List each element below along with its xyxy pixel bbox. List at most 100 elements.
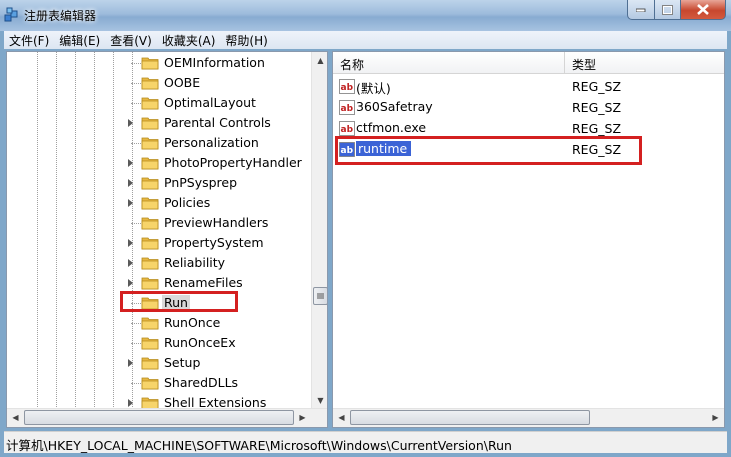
menu-help[interactable]: 帮助(H) (220, 32, 272, 49)
minimize-button[interactable] (627, 0, 655, 20)
tree-node-label: OptimalLayout (164, 95, 256, 110)
scroll-thumb[interactable] (24, 410, 294, 425)
value-row[interactable]: ab 360Safetray REG_SZ (333, 97, 724, 118)
tree-node-label: PreviewHandlers (164, 215, 269, 230)
svg-text:ab: ab (341, 104, 354, 114)
folder-icon (141, 337, 159, 350)
registry-editor-icon (4, 7, 18, 22)
expand-arrow-icon[interactable] (128, 199, 133, 207)
tree-vertical-scrollbar[interactable]: ▲ ▼ (311, 52, 327, 409)
maximize-button[interactable] (655, 0, 681, 20)
menu-favorites[interactable]: 收藏夹(A) (157, 32, 221, 49)
title-bar[interactable]: 注册表编辑器 (0, 0, 731, 31)
value-name: (默认) (356, 81, 391, 96)
tree-guide-line (37, 52, 38, 409)
tree-node-label: PhotoPropertyHandler (164, 155, 302, 170)
tree-node[interactable]: RunOnceEx (128, 333, 313, 353)
expand-arrow-icon[interactable] (128, 239, 133, 247)
scroll-left-arrow-icon[interactable]: ◀ (333, 409, 350, 426)
column-header-name[interactable]: 名称 (333, 52, 565, 74)
status-bar: 计算机\HKEY_LOCAL_MACHINE\SOFTWARE\Microsof… (4, 431, 727, 453)
value-type: REG_SZ (572, 79, 622, 94)
tree-horizontal-scrollbar[interactable]: ◀ ▶ (7, 408, 327, 427)
tree-node[interactable]: Personalization (128, 133, 313, 153)
values-horizontal-scrollbar[interactable]: ◀ ▶ (333, 408, 724, 427)
menu-view[interactable]: 查看(V) (105, 32, 157, 49)
string-value-icon: ab (339, 121, 355, 136)
tree-connector (131, 63, 141, 64)
tree-node[interactable]: PreviewHandlers (128, 213, 313, 233)
folder-icon (141, 357, 159, 370)
tree-node[interactable]: OEMInformation (128, 53, 313, 73)
column-name-label: 名称 (340, 58, 365, 72)
tree-node-label: OEMInformation (164, 55, 265, 70)
tree-node-label: Reliability (164, 255, 226, 270)
expand-arrow-icon[interactable] (128, 119, 133, 127)
expand-arrow-icon[interactable] (128, 159, 133, 167)
tree-node[interactable]: PhotoPropertyHandler (128, 153, 313, 173)
tree-node-label: RunOnce (164, 315, 221, 330)
tree-node[interactable]: OptimalLayout (128, 93, 313, 113)
scroll-right-arrow-icon[interactable]: ▶ (707, 409, 724, 426)
menu-edit[interactable]: 编辑(E) (54, 32, 105, 49)
tree-node[interactable]: Parental Controls (128, 113, 313, 133)
tree-node[interactable]: RunOnce (128, 313, 313, 333)
tree-node-label: RenameFiles (164, 275, 243, 290)
tree-node[interactable]: RenameFiles (128, 273, 313, 293)
expand-arrow-icon[interactable] (128, 399, 133, 407)
menu-file[interactable]: 文件(F) (4, 32, 54, 49)
tree-node[interactable]: Policies (128, 193, 313, 213)
key-tree-pane[interactable]: OEMInformation OOBE OptimalLayout Parental … (6, 51, 328, 428)
tree-connector (131, 223, 141, 224)
value-row[interactable]: ab (默认) REG_SZ (333, 76, 724, 97)
close-button[interactable] (681, 0, 726, 20)
scroll-thumb[interactable] (313, 287, 327, 305)
expand-arrow-icon[interactable] (128, 259, 133, 267)
scroll-thumb[interactable] (350, 410, 590, 425)
tree-guide-line (75, 52, 76, 409)
grip-icon (317, 293, 324, 299)
scroll-up-arrow-icon[interactable]: ▲ (312, 52, 327, 69)
scroll-down-arrow-icon[interactable]: ▼ (312, 392, 327, 409)
svg-text:ab: ab (341, 125, 354, 135)
tree-guide-line (56, 52, 57, 409)
tree-node[interactable]: OOBE (128, 73, 313, 93)
tree-node-label: SharedDLLs (164, 375, 239, 390)
tree-connector (131, 143, 141, 144)
folder-icon (141, 77, 159, 90)
expand-arrow-icon[interactable] (128, 279, 133, 287)
svg-text:ab: ab (341, 83, 354, 93)
folder-icon (141, 137, 159, 150)
maximize-icon (662, 4, 673, 15)
expand-arrow-icon[interactable] (128, 359, 133, 367)
column-header-type[interactable]: 类型 (565, 52, 724, 74)
folder-icon (141, 97, 159, 110)
scroll-left-arrow-icon[interactable]: ◀ (7, 409, 24, 426)
scroll-right-arrow-icon[interactable]: ▶ (294, 409, 311, 426)
tree-node[interactable]: Setup (128, 353, 313, 373)
folder-icon (141, 237, 159, 250)
minimize-icon (636, 8, 646, 12)
value-type: REG_SZ (572, 121, 622, 136)
tree-node[interactable]: PropertySystem (128, 233, 313, 253)
tree-node-label: Parental Controls (164, 115, 271, 130)
folder-icon (141, 197, 159, 210)
tree-node-label: PnPSysprep (164, 175, 238, 190)
value-name: 360Safetray (356, 99, 433, 114)
folder-icon (141, 177, 159, 190)
tree-connector (131, 103, 141, 104)
values-pane[interactable]: 名称 类型 ab (默认) REG_SZ ab 360Safetray REG_SZ ab c… (332, 51, 725, 428)
tree-node-label: PropertySystem (164, 235, 264, 250)
menu-bar: 文件(F) 编辑(E) 查看(V) 收藏夹(A) 帮助(H) (4, 31, 727, 49)
expand-arrow-icon[interactable] (128, 179, 133, 187)
folder-icon (141, 57, 159, 70)
status-path: 计算机\HKEY_LOCAL_MACHINE\SOFTWARE\Microsof… (6, 438, 512, 453)
caption-buttons (627, 0, 726, 20)
tree-node[interactable]: Reliability (128, 253, 313, 273)
registry-editor-window: 注册表编辑器 文件(F) 编辑(E) 查看(V) 收藏夹(A) 帮助(H) OE… (0, 0, 731, 457)
tree-node[interactable]: SharedDLLs (128, 373, 313, 393)
folder-icon (141, 277, 159, 290)
tree-node[interactable]: PnPSysprep (128, 173, 313, 193)
tree-connector (131, 383, 141, 384)
tree-node-label: Setup (164, 355, 201, 370)
